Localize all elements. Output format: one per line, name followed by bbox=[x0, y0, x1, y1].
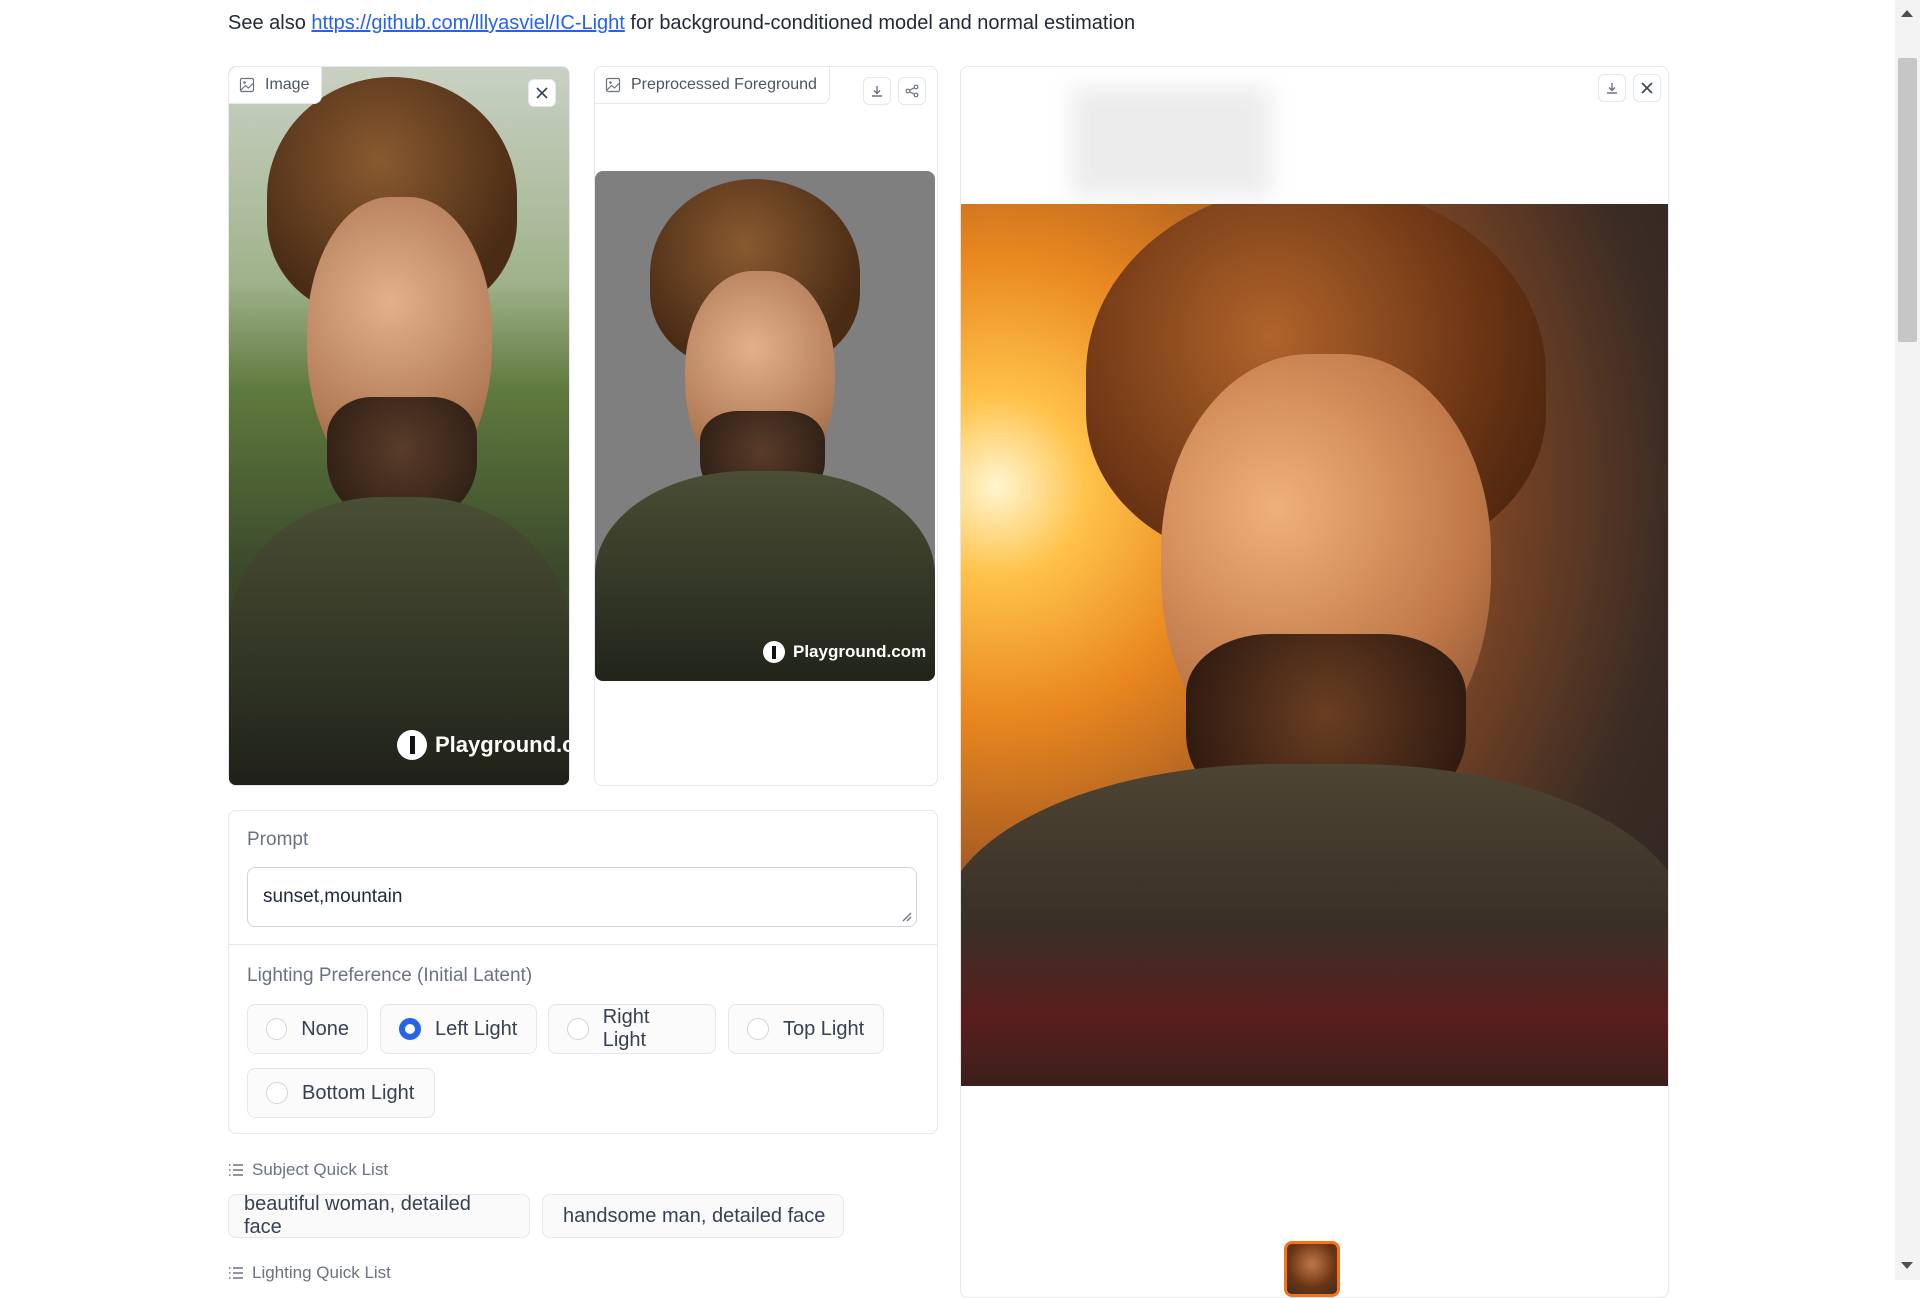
close-output-button[interactable] bbox=[1633, 74, 1661, 102]
share-preprocessed-button[interactable] bbox=[898, 77, 926, 105]
close-icon bbox=[1641, 82, 1653, 94]
github-link[interactable]: https://github.com/lllyasviel/IC-Light bbox=[311, 12, 624, 34]
lighting-label: Lighting Preference (Initial Latent) bbox=[247, 965, 533, 986]
lighting-option-label: Bottom Light bbox=[302, 1081, 415, 1104]
lighting-quick-list-label: Lighting Quick List bbox=[252, 1263, 391, 1282]
preprocessed-foreground-panel: Preprocessed Foreground Playground.com bbox=[594, 66, 938, 786]
radio-circle bbox=[747, 1018, 769, 1040]
lighting-option-label: Left Light bbox=[435, 1017, 518, 1040]
form-divider bbox=[229, 944, 937, 945]
input-image-panel[interactable]: Image Playground.c bbox=[228, 66, 570, 786]
playground-logo-icon bbox=[763, 641, 785, 663]
download-output-button[interactable] bbox=[1598, 74, 1626, 102]
lighting-option-label: Right Light bbox=[602, 1006, 650, 1051]
prompt-label: Prompt bbox=[247, 829, 309, 850]
lighting-option-label: Top Light bbox=[783, 1017, 865, 1040]
lighting-option-none[interactable]: None bbox=[247, 1004, 368, 1054]
output-gallery-panel bbox=[960, 66, 1669, 1298]
download-icon bbox=[872, 86, 882, 97]
radio-circle bbox=[266, 1018, 288, 1040]
preprocessed-portrait-image: Playground.com bbox=[595, 171, 935, 681]
radio-circle-selected bbox=[399, 1018, 421, 1040]
preprocessed-foreground-label: Preprocessed Foreground bbox=[595, 67, 830, 104]
list-icon bbox=[229, 1267, 243, 1279]
close-icon bbox=[536, 87, 548, 99]
subject-quick-list-label: Subject Quick List bbox=[252, 1160, 389, 1179]
scroll-up-arrow-icon[interactable] bbox=[1901, 10, 1913, 17]
resize-handle-icon[interactable] bbox=[900, 910, 912, 922]
intro-prefix: See also bbox=[228, 12, 312, 34]
intro-text: See also https://github.com/lllyasviel/I… bbox=[228, 12, 1135, 35]
list-icon bbox=[229, 1164, 243, 1176]
lighting-option-left-light[interactable]: Left Light bbox=[380, 1004, 537, 1054]
preprocessed-foreground-label-text: Preprocessed Foreground bbox=[631, 76, 817, 93]
radio-circle bbox=[266, 1082, 288, 1104]
download-icon bbox=[1607, 83, 1617, 94]
image-icon bbox=[239, 77, 255, 93]
lighting-quick-list-header: Lighting Quick List bbox=[228, 1263, 391, 1283]
download-preprocessed-button[interactable] bbox=[863, 77, 891, 105]
preprocessed-watermark-text: Playground.com bbox=[793, 642, 927, 661]
share-icon bbox=[905, 84, 919, 98]
input-portrait-image: Playground.c bbox=[229, 67, 569, 785]
clear-image-button[interactable] bbox=[528, 79, 556, 107]
lighting-option-right-light[interactable]: Right Light bbox=[548, 1004, 716, 1054]
scrollbar-thumb[interactable] bbox=[1898, 58, 1917, 342]
input-image-label: Image bbox=[229, 67, 323, 104]
output-thumbnail[interactable] bbox=[1284, 1241, 1340, 1297]
lighting-option-label: None bbox=[301, 1017, 349, 1040]
radio-circle bbox=[567, 1018, 589, 1040]
output-blurred-backdrop bbox=[1071, 87, 1271, 197]
input-watermark-text: Playground.c bbox=[435, 732, 569, 757]
intro-suffix: for background-conditioned model and nor… bbox=[624, 12, 1136, 34]
lighting-option-bottom-light[interactable]: Bottom Light bbox=[247, 1068, 435, 1118]
output-portrait-jacket bbox=[961, 764, 1668, 1086]
prompt-input-value: sunset,mountain bbox=[263, 886, 403, 907]
prompt-form: Prompt sunset,mountain Lighting Preferen… bbox=[228, 810, 938, 1134]
subject-chip-label: handsome man, detailed face bbox=[563, 1204, 826, 1227]
scroll-down-arrow-icon[interactable] bbox=[1901, 1262, 1913, 1269]
subject-chip-woman[interactable]: beautiful woman, detailed face bbox=[228, 1193, 530, 1238]
output-portrait-image[interactable] bbox=[961, 204, 1668, 1086]
subject-chip-man[interactable]: handsome man, detailed face bbox=[542, 1194, 844, 1238]
playground-logo-icon bbox=[397, 730, 427, 760]
image-icon bbox=[605, 77, 621, 93]
subject-quick-list-header: Subject Quick List bbox=[228, 1160, 388, 1180]
page: See also https://github.com/lllyasviel/I… bbox=[0, 0, 1895, 1298]
input-watermark: Playground.c bbox=[397, 730, 569, 760]
lighting-option-top-light[interactable]: Top Light bbox=[728, 1004, 884, 1054]
input-image-label-text: Image bbox=[265, 76, 310, 93]
preprocessed-watermark: Playground.com bbox=[763, 641, 926, 663]
prompt-input[interactable]: sunset,mountain bbox=[247, 867, 917, 927]
subject-chip-label: beautiful woman, detailed face bbox=[244, 1193, 471, 1238]
